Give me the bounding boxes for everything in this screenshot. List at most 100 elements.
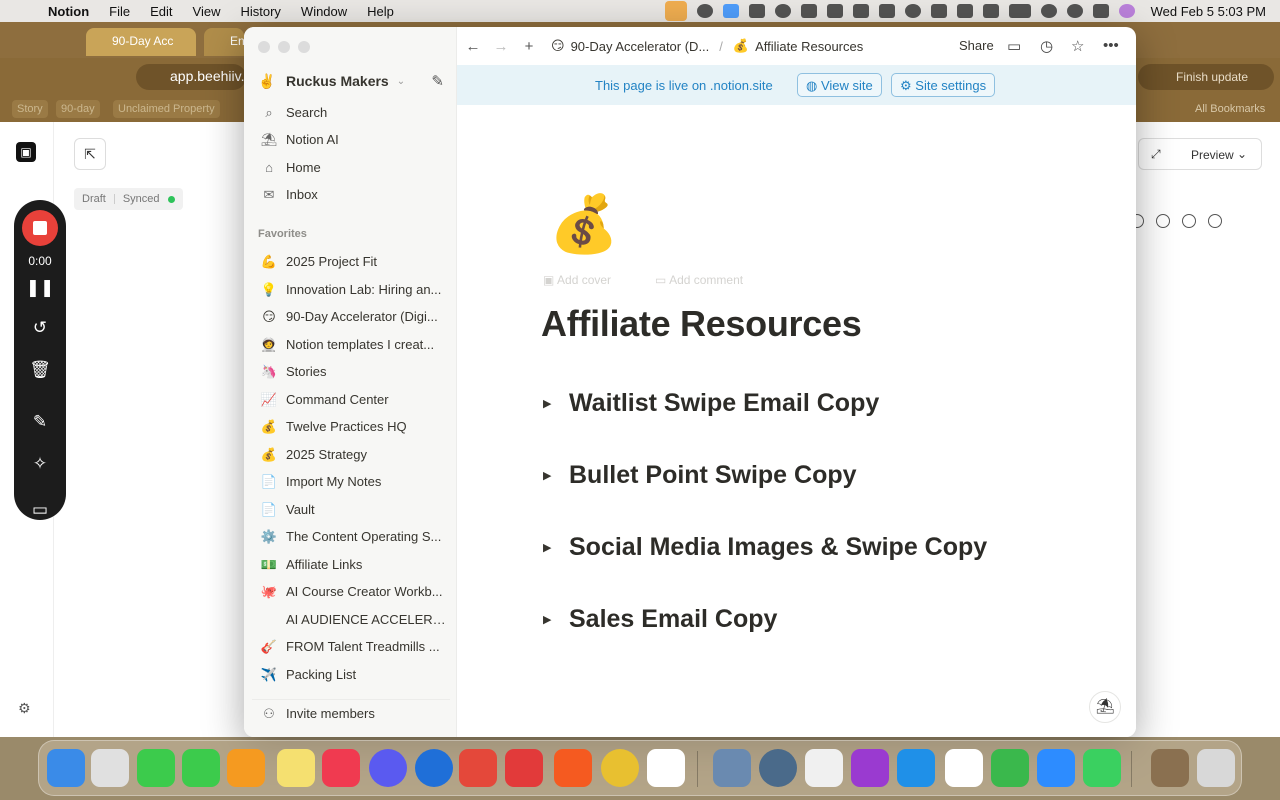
toggle-triangle-icon[interactable]: ▶ bbox=[543, 469, 567, 482]
notion-status-icon[interactable] bbox=[800, 4, 817, 18]
breadcrumb-parent[interactable]: 😏 90-Day Accelerator (D... bbox=[551, 38, 709, 54]
add-cover-button[interactable]: ▣ Add cover bbox=[543, 273, 633, 287]
favorite-item[interactable]: 💡 Innovation Lab: Hiring an... bbox=[252, 276, 450, 303]
menu-window[interactable]: Window bbox=[301, 4, 347, 19]
effects-icon[interactable]: ✧ bbox=[14, 454, 66, 474]
favorite-item[interactable]: 📄 Vault bbox=[252, 496, 450, 523]
sidebar-item-home[interactable]: ⌂ Home bbox=[252, 154, 450, 181]
trash-icon[interactable] bbox=[1197, 749, 1235, 787]
comments-icon[interactable]: ▭ bbox=[1007, 37, 1021, 55]
browser-tab[interactable]: En bbox=[204, 28, 245, 56]
notion-icon[interactable] bbox=[945, 749, 983, 787]
toggle-heading-text[interactable]: Waitlist Swipe Email Copy bbox=[569, 389, 879, 418]
invite-members-button[interactable]: ⚇ Invite members bbox=[252, 699, 450, 727]
status-app-icon[interactable] bbox=[982, 4, 999, 18]
battery-icon[interactable] bbox=[1008, 4, 1031, 18]
whatsapp-icon[interactable] bbox=[1083, 749, 1121, 787]
favorite-item[interactable]: AI AUDIENCE ACCELERA... bbox=[252, 606, 450, 633]
bookmark-item[interactable]: Unclaimed Property bbox=[113, 100, 220, 118]
favorite-item[interactable]: 💵 Affiliate Links bbox=[252, 551, 450, 578]
status-app-icon[interactable] bbox=[748, 4, 765, 18]
microphone-icon[interactable] bbox=[664, 1, 687, 21]
favorite-item[interactable]: 🦄 Stories bbox=[252, 358, 450, 385]
onepassword-icon[interactable] bbox=[774, 4, 791, 18]
help-icon[interactable] bbox=[1208, 214, 1222, 228]
close-window-button[interactable] bbox=[258, 41, 270, 53]
favorite-star-icon[interactable]: ☆ bbox=[1071, 37, 1084, 55]
brave-icon[interactable] bbox=[554, 749, 592, 787]
recent-file-icon[interactable] bbox=[1151, 749, 1189, 787]
page-title[interactable]: Affiliate Resources bbox=[541, 303, 862, 345]
new-page-icon[interactable]: ✎ bbox=[431, 72, 444, 90]
menu-view[interactable]: View bbox=[193, 4, 221, 19]
save-icon[interactable] bbox=[1156, 214, 1170, 228]
menu-history[interactable]: History bbox=[240, 4, 280, 19]
app-icon[interactable] bbox=[369, 749, 407, 787]
chrome-icon[interactable] bbox=[601, 749, 639, 787]
menu-help[interactable]: Help bbox=[367, 4, 394, 19]
camera-icon[interactable]: ▭ bbox=[14, 500, 66, 520]
slack-icon[interactable] bbox=[647, 749, 685, 787]
all-bookmarks[interactable]: All Bookmarks bbox=[1190, 100, 1270, 118]
address-bar[interactable]: app.beehiiv. bbox=[136, 64, 246, 90]
facetime-icon[interactable] bbox=[182, 749, 220, 787]
bookmark-item[interactable]: Story bbox=[12, 100, 48, 118]
menu-app-name[interactable]: Notion bbox=[48, 4, 89, 19]
breadcrumb-current[interactable]: 💰 Affiliate Resources bbox=[733, 38, 863, 54]
favorite-item[interactable]: 📈 Command Center bbox=[252, 386, 450, 413]
siri-icon[interactable] bbox=[1118, 4, 1135, 18]
toggle-heading[interactable]: ▶ Social Media Images & Swipe Copy bbox=[543, 533, 987, 562]
toggle-heading-text[interactable]: Social Media Images & Swipe Copy bbox=[569, 533, 987, 562]
podcasts-icon[interactable] bbox=[851, 749, 889, 787]
share-button[interactable]: Share bbox=[959, 38, 994, 53]
pen-icon[interactable]: ✎ bbox=[14, 412, 66, 432]
favorite-item[interactable]: 💪 2025 Project Fit bbox=[252, 248, 450, 275]
finder-icon[interactable] bbox=[47, 749, 85, 787]
menu-edit[interactable]: Edit bbox=[150, 4, 172, 19]
toggle-triangle-icon[interactable]: ▶ bbox=[543, 397, 567, 410]
view-site-button[interactable]: ◍ View site bbox=[797, 73, 882, 97]
todoist-icon[interactable] bbox=[459, 749, 497, 787]
toggle-heading[interactable]: ▶ Waitlist Swipe Email Copy bbox=[543, 389, 879, 418]
zoom-window-button[interactable] bbox=[298, 41, 310, 53]
favorite-item[interactable]: 🐙 AI Course Creator Workb... bbox=[252, 578, 450, 605]
updates-clock-icon[interactable]: ◷ bbox=[1040, 37, 1053, 55]
status-app-icon[interactable] bbox=[826, 4, 843, 18]
adjust-icon[interactable] bbox=[1182, 214, 1196, 228]
preview-app-icon[interactable] bbox=[713, 749, 751, 787]
menu-file[interactable]: File bbox=[109, 4, 130, 19]
page-icon[interactable]: 💰 bbox=[549, 191, 619, 257]
bluetooth-icon[interactable] bbox=[956, 4, 973, 18]
app-icon[interactable] bbox=[227, 749, 265, 787]
messages-icon[interactable] bbox=[137, 749, 175, 787]
textedit-icon[interactable] bbox=[805, 749, 843, 787]
spotlight-search-icon[interactable] bbox=[1066, 4, 1083, 18]
notion-ai-button[interactable]: ⛱ bbox=[1089, 691, 1121, 723]
toggle-heading-text[interactable]: Sales Email Copy bbox=[569, 605, 777, 634]
stop-recording-button[interactable] bbox=[22, 210, 58, 246]
menu-clock[interactable]: Wed Feb 5 5:03 PM bbox=[1151, 4, 1266, 19]
music-icon[interactable] bbox=[322, 749, 360, 787]
sidebar-item-notion-ai[interactable]: ⛱ Notion AI bbox=[252, 126, 450, 153]
forward-arrow-icon[interactable]: → bbox=[489, 38, 513, 55]
sidebar-item-inbox[interactable]: ✉ Inbox bbox=[252, 181, 450, 208]
bookmark-item[interactable]: 90-day bbox=[56, 100, 100, 118]
collapse-icon[interactable]: ⇱ bbox=[74, 138, 106, 170]
quicktime-icon[interactable] bbox=[759, 749, 797, 787]
toggle-heading[interactable]: ▶ Sales Email Copy bbox=[543, 605, 777, 634]
more-options-icon[interactable]: ••• bbox=[1103, 37, 1119, 54]
control-center-icon[interactable] bbox=[1092, 4, 1109, 18]
workspace-switcher[interactable]: ✌️ Ruckus Makers ⌄ ✎ bbox=[258, 69, 448, 93]
back-arrow-icon[interactable]: ← bbox=[461, 38, 485, 55]
trash-icon[interactable]: 🗑 bbox=[14, 360, 66, 380]
beehiiv-logo-icon[interactable]: ▣ bbox=[16, 142, 36, 162]
wifi-icon[interactable] bbox=[1040, 4, 1057, 18]
zoom-status-icon[interactable] bbox=[722, 4, 739, 18]
sidebar-item-search[interactable]: ⌕ Search bbox=[252, 99, 450, 126]
favorite-item[interactable]: 🎸 FROM Talent Treadmills ... bbox=[252, 633, 450, 660]
favorite-item[interactable]: ✈️ Packing List bbox=[252, 661, 450, 688]
app-icon[interactable] bbox=[505, 749, 543, 787]
favorite-item[interactable]: 💰 Twelve Practices HQ bbox=[252, 413, 450, 440]
do-not-disturb-icon[interactable] bbox=[904, 4, 921, 18]
favorite-item[interactable]: 💰 2025 Strategy bbox=[252, 441, 450, 468]
